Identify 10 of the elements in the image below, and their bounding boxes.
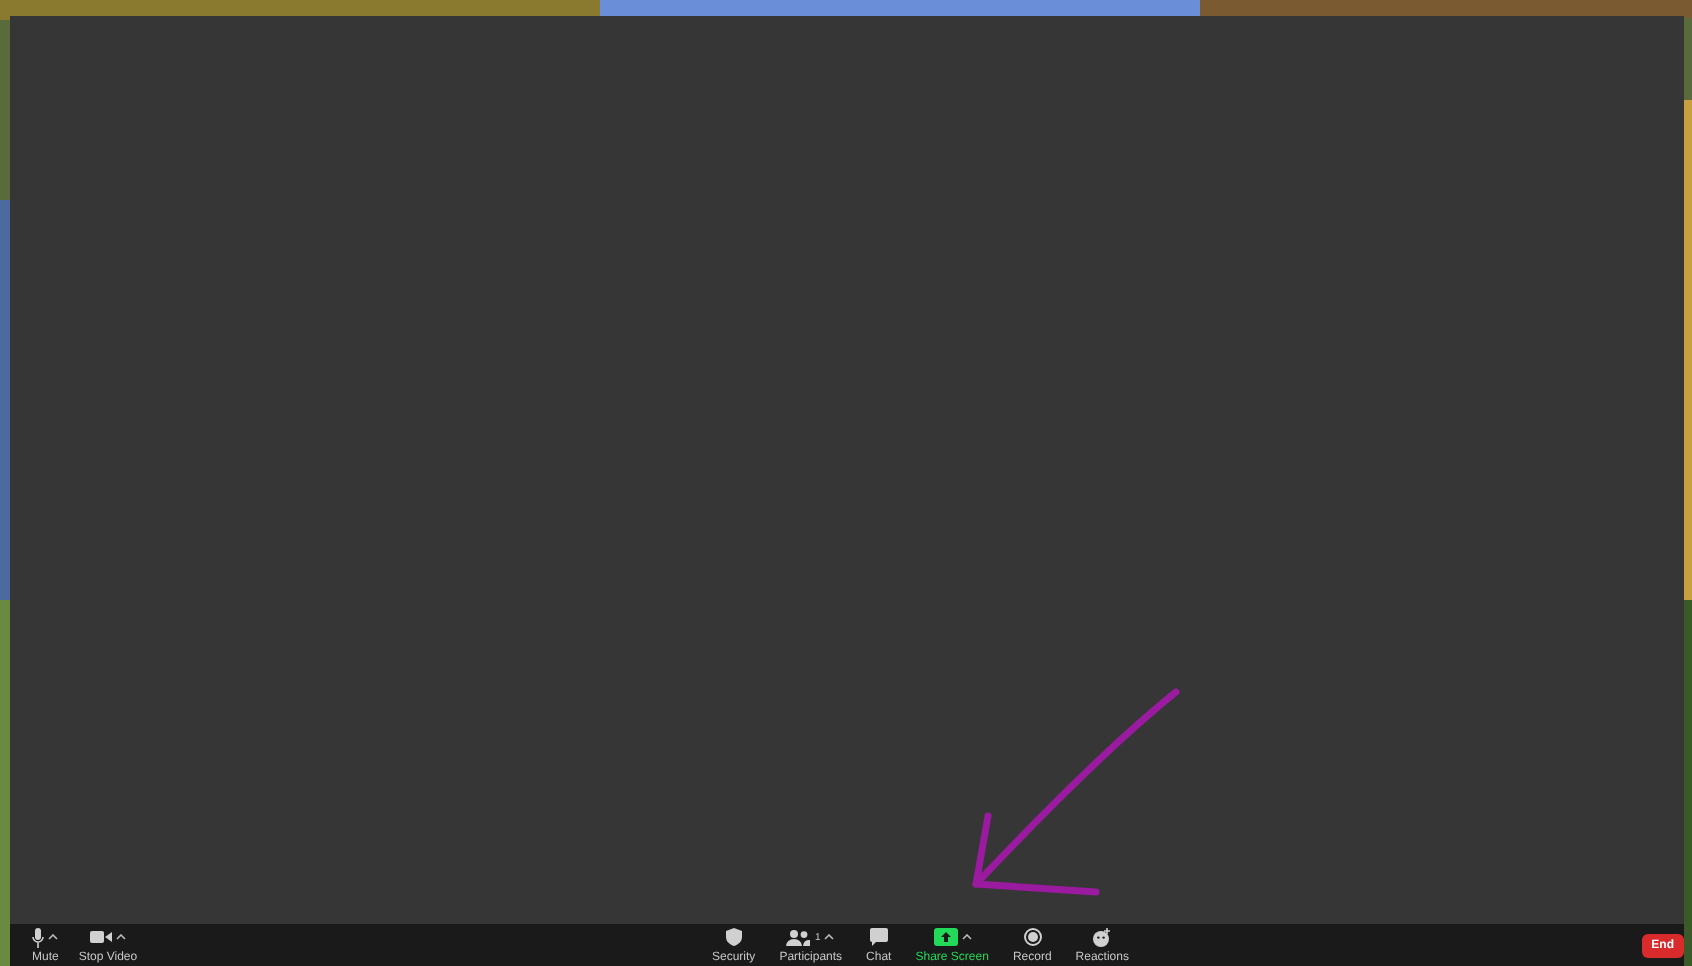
- video-camera-icon: [89, 930, 112, 944]
- people-icon: [786, 929, 811, 945]
- shield-icon: [725, 928, 742, 946]
- caret-icon[interactable]: [115, 934, 126, 940]
- caret-icon[interactable]: [961, 934, 972, 940]
- chat-bubble-icon: [869, 928, 888, 946]
- caret-icon[interactable]: [48, 934, 59, 940]
- record-icon: [1023, 928, 1042, 946]
- caret-icon[interactable]: [824, 934, 835, 940]
- microphone-icon: [32, 927, 45, 947]
